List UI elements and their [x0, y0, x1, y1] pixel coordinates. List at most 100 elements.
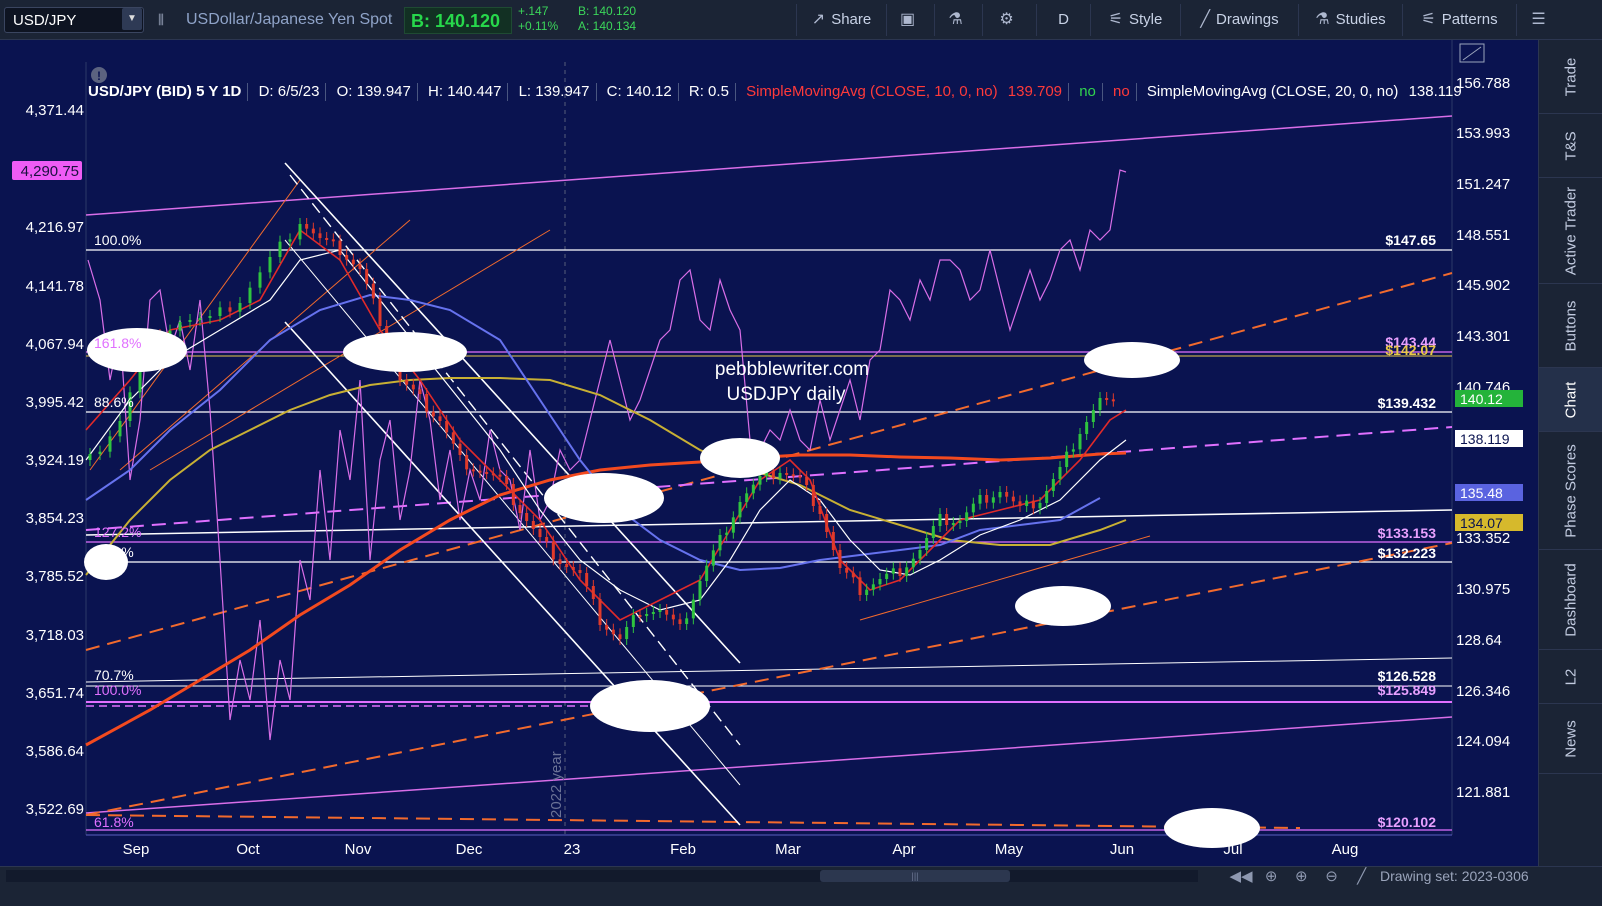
- candle-body: [1045, 491, 1049, 503]
- info-open: O: 139.947: [336, 83, 411, 100]
- tab-active-trader[interactable]: Active Trader: [1539, 178, 1602, 284]
- tab-news[interactable]: News: [1539, 704, 1602, 774]
- candle-body: [718, 535, 722, 551]
- time-scrollbar[interactable]: [6, 870, 1198, 882]
- year-marker: 2022 year: [548, 751, 565, 818]
- candle-body: [1011, 496, 1015, 502]
- change-box: +.147 +0.11%: [514, 4, 574, 36]
- candle-body: [345, 255, 349, 260]
- flask-button[interactable]: ⚗: [934, 4, 982, 36]
- candle-body: [931, 526, 935, 538]
- level-label: $139.432: [1378, 395, 1437, 411]
- candle-body: [965, 512, 969, 521]
- candle-body: [1051, 479, 1055, 491]
- tab-trade[interactable]: Trade: [1539, 40, 1602, 114]
- level-label: $142.07: [1385, 342, 1436, 358]
- level-label: $125.849: [1378, 682, 1437, 698]
- sma20-label: 138.119: [1460, 431, 1510, 447]
- candle-body: [585, 573, 589, 586]
- drawings-button[interactable]: ╱ Drawings: [1180, 4, 1298, 36]
- left-axis-tick: 4,371.44: [26, 102, 84, 119]
- candle-body: [511, 484, 515, 505]
- tab-buttons[interactable]: Buttons: [1539, 284, 1602, 368]
- tab-chart[interactable]: Chart: [1539, 368, 1602, 432]
- link-icon[interactable]: ⫼: [152, 8, 170, 32]
- chart-canvas[interactable]: ! 4,371.44 4,216.97 4,141.78 4,067.94 3,…: [0, 40, 1538, 866]
- candle-body: [831, 532, 835, 550]
- tab-time-and-sales[interactable]: T&S: [1539, 114, 1602, 178]
- x-axis-tick: Mar: [775, 841, 801, 858]
- candle-body: [258, 272, 262, 288]
- info-flag-1: no: [1079, 83, 1096, 100]
- chart-controls: ◀◀ ⊕ ⊕ ⊖ ╱: [1228, 867, 1375, 887]
- tab-dashboard[interactable]: Dashboard: [1539, 550, 1602, 650]
- style-button[interactable]: ⚟ Style: [1090, 4, 1180, 36]
- candle-body: [471, 469, 475, 472]
- candle-body: [238, 303, 242, 312]
- x-axis: Sep Oct Nov Dec 23 Feb Mar Apr May Jun J…: [123, 841, 1359, 858]
- right-axis-tick: 128.64: [1456, 632, 1502, 649]
- highlight-ellipse-6: [1015, 586, 1111, 626]
- x-axis-tick: Sep: [123, 841, 150, 858]
- tab-phase-scores[interactable]: Phase Scores: [1539, 432, 1602, 550]
- right-axis-tick: 124.094: [1456, 733, 1510, 750]
- candle-body: [418, 389, 422, 394]
- right-axis-tick: 153.993: [1456, 125, 1510, 142]
- symbol-dropdown-chevron-icon[interactable]: ▼: [122, 8, 142, 30]
- level-label: $133.153: [1378, 525, 1437, 541]
- candle-body: [1018, 501, 1022, 506]
- highlight-ellipse-4: [700, 438, 780, 478]
- candle-body: [918, 550, 922, 559]
- candle-body: [891, 568, 895, 574]
- left-axis-tick: 4,067.94: [26, 336, 84, 353]
- candle-body: [998, 492, 1002, 498]
- tab-level2[interactable]: L2: [1539, 650, 1602, 704]
- candle-body: [505, 476, 509, 484]
- left-axis-tick: 3,586.64: [26, 743, 84, 760]
- drawing-set-label[interactable]: Drawing set: 2023-0306: [1380, 868, 1529, 884]
- candle-body: [305, 224, 309, 229]
- settings-button[interactable]: ⚙: [982, 4, 1036, 36]
- x-axis-tick: 23: [564, 841, 581, 858]
- highlight-ellipse-7: [590, 680, 710, 732]
- bid-price: B: 140.120: [404, 7, 512, 34]
- period-button[interactable]: D: [1036, 4, 1090, 36]
- level-label: $147.65: [1385, 232, 1436, 248]
- candle-body: [945, 514, 949, 525]
- symbol-description: USDollar/Japanese Yen Spot: [186, 11, 393, 28]
- chart-area[interactable]: ! 4,371.44 4,216.97 4,141.78 4,067.94 3,…: [0, 40, 1538, 866]
- change-percent: +0.11%: [518, 19, 559, 33]
- left-axis-tick: 4,216.97: [26, 219, 84, 236]
- candle-body: [178, 322, 182, 331]
- zoom-out-icon[interactable]: ⊖: [1319, 867, 1345, 885]
- candle-body: [1091, 410, 1095, 422]
- candle-body: [911, 558, 915, 568]
- candle-body: [691, 599, 695, 619]
- studies-button[interactable]: ⚗ Studies: [1298, 4, 1402, 36]
- candle-body: [371, 283, 375, 299]
- crosshair-icon[interactable]: ⊕: [1258, 867, 1284, 885]
- candle-body: [991, 497, 995, 503]
- candle-body: [871, 584, 875, 590]
- left-axis-tick: 3,522.69: [26, 801, 84, 818]
- candle-body: [98, 451, 102, 454]
- share-button[interactable]: ↗ Share: [796, 4, 886, 36]
- ask-label: A: 140.134: [578, 19, 637, 33]
- candle-body: [1058, 467, 1062, 479]
- pencil-icon[interactable]: ╱: [1349, 867, 1375, 885]
- candle-body: [978, 495, 982, 504]
- menu-button[interactable]: ☰: [1516, 4, 1566, 36]
- blue-ma-label: 135.48: [1460, 485, 1503, 501]
- left-axis-tick: 4,141.78: [26, 278, 84, 295]
- scrollbar-thumb[interactable]: |||: [820, 870, 1010, 882]
- candle-body: [605, 625, 609, 630]
- candle-body: [531, 521, 535, 529]
- patterns-button[interactable]: ⚟ Patterns: [1402, 4, 1516, 36]
- candle-body: [845, 568, 849, 573]
- scroll-left-icon[interactable]: ◀◀: [1228, 867, 1254, 885]
- gold-ma-label: 134.07: [1460, 515, 1503, 531]
- candle-body: [951, 523, 955, 525]
- candle-body: [798, 475, 802, 478]
- screenshot-button[interactable]: ▣: [886, 4, 934, 36]
- zoom-in-icon[interactable]: ⊕: [1288, 867, 1314, 885]
